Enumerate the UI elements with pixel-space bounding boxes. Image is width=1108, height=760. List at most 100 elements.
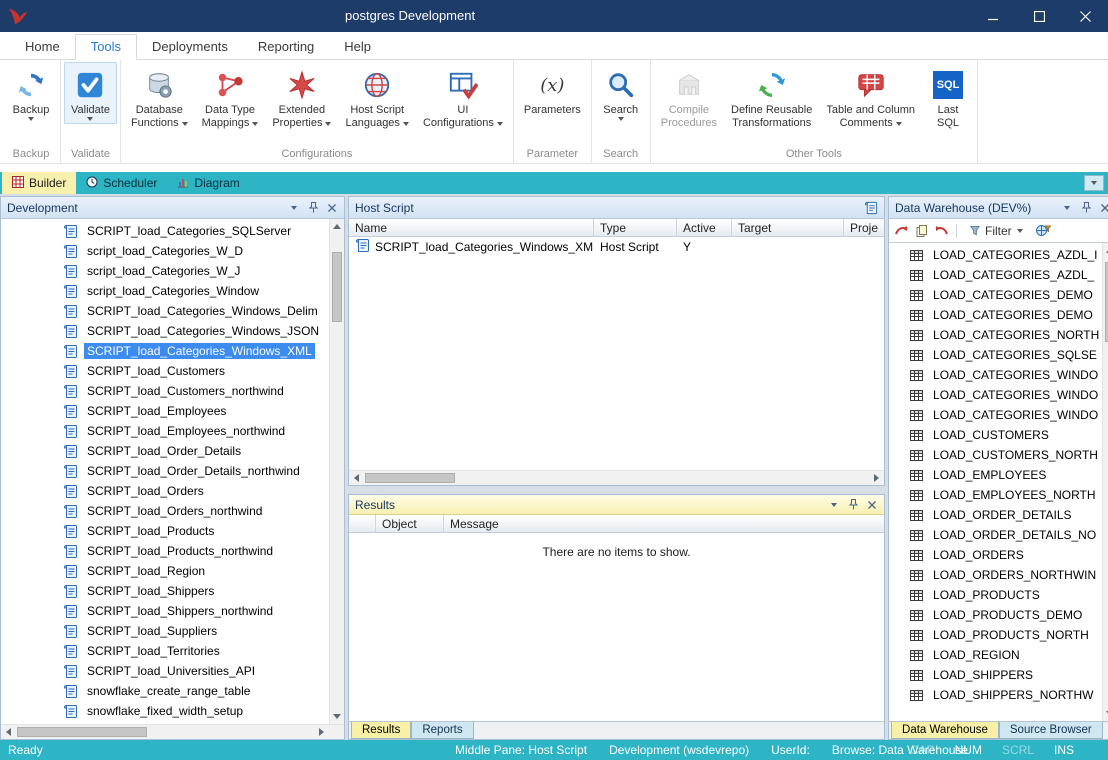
- pin-icon[interactable]: [307, 202, 319, 214]
- extended-properties-button[interactable]: Extended Properties: [265, 62, 338, 133]
- script-tree-item[interactable]: SCRIPT_load_Employees: [1, 401, 329, 421]
- close-icon[interactable]: [326, 202, 338, 214]
- table-and-column-comments-button[interactable]: Table and Column Comments: [819, 62, 922, 133]
- define-reusable-transformations-button[interactable]: Define Reusable Transformations: [724, 62, 819, 133]
- script-tree-item[interactable]: script_load_Categories_W_J: [1, 261, 329, 281]
- table-tree-item[interactable]: LOAD_PRODUCTS: [889, 585, 1102, 605]
- tab-source-browser[interactable]: Source Browser: [998, 722, 1103, 739]
- table-tree-item[interactable]: LOAD_CATEGORIES_WINDO: [889, 365, 1102, 385]
- table-tree-item[interactable]: LOAD_CATEGORIES_DEMO: [889, 305, 1102, 325]
- validate-button[interactable]: Validate: [64, 62, 117, 124]
- script-tree-item[interactable]: SCRIPT_load_Products_northwind: [1, 541, 329, 561]
- script-tree-item[interactable]: SCRIPT_load_Territories: [1, 641, 329, 661]
- minimize-button[interactable]: [970, 0, 1016, 32]
- filter-dropdown[interactable]: Filter: [965, 222, 1028, 240]
- script-tree-item[interactable]: SCRIPT_load_Customers_northwind: [1, 381, 329, 401]
- table-tree-item[interactable]: LOAD_SHIPPERS: [889, 665, 1102, 685]
- close-icon[interactable]: [1099, 202, 1108, 214]
- script-tree-item[interactable]: SCRIPT_load_Suppliers: [1, 621, 329, 641]
- copy-icon[interactable]: [916, 224, 928, 237]
- script-tree-item[interactable]: SCRIPT_load_Order_Details: [1, 441, 329, 461]
- refresh-browser-icon[interactable]: [895, 225, 908, 236]
- script-tree-item[interactable]: SCRIPT_load_Universities_API: [1, 661, 329, 681]
- tab-scheduler[interactable]: Scheduler: [76, 172, 167, 194]
- host-script-row[interactable]: SCRIPT_load_Categories_Windows_XML Host …: [349, 237, 884, 257]
- column-header-blank[interactable]: [349, 515, 376, 532]
- script-tree-item[interactable]: script_load_Categories_Window: [1, 281, 329, 301]
- panel-menu-icon[interactable]: [1061, 202, 1073, 214]
- pin-icon[interactable]: [1080, 202, 1092, 214]
- column-header-project[interactable]: Proje: [844, 219, 884, 236]
- tab-deployments[interactable]: Deployments: [137, 35, 243, 59]
- table-tree-item[interactable]: LOAD_EMPLOYEES_NORTH: [889, 485, 1102, 505]
- script-tree-item[interactable]: SCRIPT_load_Categories_Windows_JSON: [1, 321, 329, 341]
- table-tree-item[interactable]: LOAD_CATEGORIES_AZDL_I: [889, 245, 1102, 265]
- table-tree-item[interactable]: LOAD_CATEGORIES_WINDO: [889, 385, 1102, 405]
- filter-globe-icon[interactable]: [1035, 224, 1051, 237]
- database-functions-button[interactable]: Database Functions: [124, 62, 195, 133]
- column-header-name[interactable]: Name: [349, 219, 594, 236]
- table-tree-item[interactable]: LOAD_CUSTOMERS: [889, 425, 1102, 445]
- tab-home[interactable]: Home: [10, 35, 75, 59]
- splitter[interactable]: [348, 486, 886, 494]
- horizontal-scrollbar[interactable]: [1, 724, 344, 739]
- tab-builder[interactable]: Builder: [2, 172, 77, 194]
- vertical-scrollbar[interactable]: [329, 219, 344, 724]
- table-tree-item[interactable]: LOAD_ORDERS_NORTHWIN: [889, 565, 1102, 585]
- panel-menu-icon[interactable]: [288, 202, 300, 214]
- column-header-active[interactable]: Active: [677, 219, 732, 236]
- script-tree-item[interactable]: SCRIPT_load_Customers: [1, 361, 329, 381]
- table-tree-item[interactable]: LOAD_CATEGORIES_SQLSE: [889, 345, 1102, 365]
- tab-data-warehouse[interactable]: Data Warehouse: [891, 722, 999, 739]
- search-button[interactable]: Search: [595, 62, 647, 124]
- rebuild-browser-icon[interactable]: [935, 225, 948, 236]
- table-tree-item[interactable]: LOAD_PRODUCTS_NORTH: [889, 625, 1102, 645]
- tab-reports[interactable]: Reports: [411, 722, 474, 739]
- tab-results[interactable]: Results: [351, 722, 412, 739]
- table-tree-item[interactable]: LOAD_CATEGORIES_NORTH: [889, 325, 1102, 345]
- tab-tools[interactable]: Tools: [74, 34, 138, 60]
- column-header-type[interactable]: Type: [594, 219, 677, 236]
- backup-button[interactable]: Backup: [5, 62, 57, 124]
- script-tree-item[interactable]: snowflake_fixed_width_setup: [1, 701, 329, 721]
- maximize-button[interactable]: [1016, 0, 1062, 32]
- table-tree-item[interactable]: LOAD_ORDERS: [889, 545, 1102, 565]
- script-tree-item[interactable]: SCRIPT_load_Products: [1, 521, 329, 541]
- tab-reporting[interactable]: Reporting: [243, 35, 329, 59]
- column-header-object[interactable]: Object: [376, 515, 444, 532]
- last-sql-button[interactable]: SQL Last SQL: [922, 62, 974, 133]
- parameters-button[interactable]: (x) Parameters: [517, 62, 588, 120]
- script-tree-item[interactable]: SCRIPT_load_Categories_Windows_Delim: [1, 301, 329, 321]
- table-tree-item[interactable]: LOAD_ORDER_DETAILS: [889, 505, 1102, 525]
- table-tree-item[interactable]: LOAD_CATEGORIES_WINDO: [889, 405, 1102, 425]
- ui-configurations-button[interactable]: UI Configurations: [416, 62, 510, 133]
- horizontal-scrollbar[interactable]: [349, 470, 885, 485]
- script-tree-item[interactable]: SCRIPT_load_Categories_Windows_XML: [1, 341, 329, 361]
- table-tree-item[interactable]: LOAD_EMPLOYEES: [889, 465, 1102, 485]
- script-tree-item[interactable]: SCRIPT_load_Orders: [1, 481, 329, 501]
- close-icon[interactable]: [866, 499, 878, 511]
- panel-menu-icon[interactable]: [828, 499, 840, 511]
- script-tree-item[interactable]: script_load_Categories_W_D: [1, 241, 329, 261]
- column-header-message[interactable]: Message: [444, 515, 884, 532]
- column-header-target[interactable]: Target: [732, 219, 844, 236]
- script-tree-item[interactable]: SCRIPT_load_Order_Details_northwind: [1, 461, 329, 481]
- data-type-mappings-button[interactable]: Data Type Mappings: [195, 62, 266, 133]
- table-tree-item[interactable]: LOAD_ORDER_DETAILS_NO: [889, 525, 1102, 545]
- script-tree-item[interactable]: SCRIPT_load_Shippers_northwind: [1, 601, 329, 621]
- close-button[interactable]: [1062, 0, 1108, 32]
- script-tree-item[interactable]: SCRIPT_load_Shippers: [1, 581, 329, 601]
- script-tree-item[interactable]: SCRIPT_load_Employees_northwind: [1, 421, 329, 441]
- vertical-scrollbar[interactable]: [1102, 243, 1108, 721]
- table-tree-item[interactable]: LOAD_CATEGORIES_AZDL_: [889, 265, 1102, 285]
- tab-help[interactable]: Help: [329, 35, 386, 59]
- host-script-languages-button[interactable]: Host Script Languages: [338, 62, 415, 133]
- script-tree-item[interactable]: SCRIPT_load_Region: [1, 561, 329, 581]
- table-tree-item[interactable]: LOAD_SHIPPERS_NORTHW: [889, 685, 1102, 705]
- tab-diagram[interactable]: Diagram: [167, 172, 249, 194]
- pin-icon[interactable]: [847, 499, 859, 511]
- table-tree-item[interactable]: LOAD_CUSTOMERS_NORTH: [889, 445, 1102, 465]
- view-tab-overflow-dropdown[interactable]: [1084, 175, 1104, 191]
- table-tree-item[interactable]: LOAD_CATEGORIES_DEMO: [889, 285, 1102, 305]
- script-tree-item[interactable]: SCRIPT_load_Orders_northwind: [1, 501, 329, 521]
